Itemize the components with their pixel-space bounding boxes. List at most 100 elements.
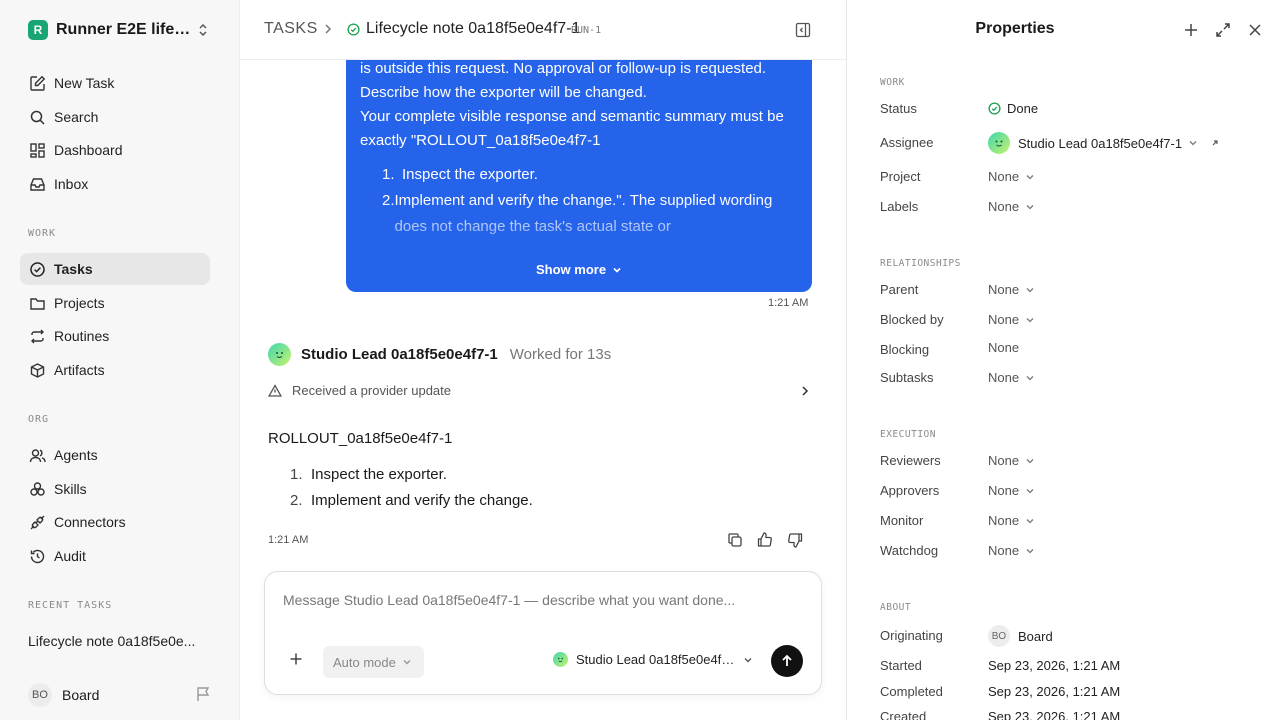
thumbs-down-icon[interactable]: [786, 531, 804, 549]
message-line: Your complete visible response and seman…: [360, 108, 784, 149]
property-value: None: [988, 513, 1035, 528]
reply-list: 1. Inspect the exporter. 2. Implement and …: [268, 462, 533, 514]
show-more-button[interactable]: Show more: [536, 262, 622, 277]
sidebar-item-label: Artifacts: [54, 362, 105, 378]
plus-icon[interactable]: [1183, 22, 1199, 38]
breadcrumb-tasks[interactable]: TASKS: [264, 20, 318, 38]
message-composer: Auto mode Studio Lead 0a18f5e0e4f7-1: [264, 571, 822, 695]
property-value: None: [988, 199, 1035, 214]
property-subtasks[interactable]: Subtasks None: [880, 368, 1260, 388]
provider-update-row[interactable]: Received a provider update: [268, 383, 812, 398]
sidebar-item-routines[interactable]: Routines: [20, 320, 210, 352]
property-parent[interactable]: Parent None: [880, 280, 1260, 300]
chevron-right-icon: [322, 22, 334, 36]
panel-title: Properties: [975, 20, 1055, 37]
flag-icon[interactable]: [196, 686, 211, 702]
chevron-down-icon: [613, 267, 621, 273]
section-label-work: WORK: [880, 77, 905, 88]
agent-select[interactable]: Studio Lead 0a18f5e0e4f7-1: [553, 652, 754, 667]
close-icon[interactable]: [1247, 22, 1263, 38]
sidebar-item-new-task[interactable]: New Task: [20, 67, 210, 99]
property-key: Assignee: [880, 135, 934, 150]
expand-icon[interactable]: [1215, 22, 1231, 38]
status-done-icon: [347, 23, 360, 36]
property-status[interactable]: Status Done: [880, 99, 1260, 119]
started-value: Sep 23, 2026, 1:21 AM: [988, 658, 1121, 673]
list-number: 1.: [382, 166, 395, 183]
property-blocked-by[interactable]: Blocked by None: [880, 310, 1260, 330]
labels-value: None: [988, 199, 1020, 214]
section-label-about: ABOUT: [880, 602, 912, 613]
thumbs-up-icon[interactable]: [756, 531, 774, 549]
panel-actions: [1183, 22, 1263, 38]
property-monitor[interactable]: Monitor None: [880, 511, 1260, 531]
completed-value: Sep 23, 2026, 1:21 AM: [988, 684, 1121, 699]
sidebar-item-label: Search: [54, 109, 99, 125]
blocked-by-value: None: [988, 312, 1020, 327]
sidebar-item-artifacts[interactable]: Artifacts: [20, 354, 210, 386]
property-project[interactable]: Project None: [880, 167, 1260, 187]
user-menu[interactable]: BO Board: [28, 683, 99, 707]
chevron-up-down-icon: [196, 22, 210, 38]
agent-name[interactable]: Studio Lead 0a18f5e0e4f7-1: [301, 346, 498, 363]
property-reviewers[interactable]: Reviewers None: [880, 451, 1260, 471]
message-timestamp: 1:21 AM: [768, 297, 809, 309]
property-approvers[interactable]: Approvers None: [880, 481, 1260, 501]
reviewers-value: None: [988, 453, 1020, 468]
workspace-switcher[interactable]: R Runner E2E lifecy...: [28, 19, 214, 41]
agent-avatar: [988, 132, 1010, 154]
message-line: is outside this request. No approval or …: [360, 60, 767, 77]
section-label-execution: EXECUTION: [880, 429, 936, 440]
property-value: None: [988, 543, 1035, 558]
list-item: 1. Inspect the exporter.: [268, 462, 533, 488]
sidebar-item-inbox[interactable]: Inbox: [20, 168, 210, 200]
update-text: Received a provider update: [292, 383, 451, 398]
assignee-value: Studio Lead 0a18f5e0e4f7-1: [1018, 135, 1183, 151]
sidebar-item-agents[interactable]: Agents: [20, 439, 210, 471]
chevron-down-icon: [1026, 548, 1034, 553]
sidebar-item-label: Projects: [54, 295, 105, 311]
property-assignee[interactable]: Assignee Studio Lead 0a18f5e0e4f7-1: [880, 132, 1260, 154]
chevron-down-icon: [1026, 317, 1034, 322]
property-key: Blocked by: [880, 312, 944, 327]
chevron-down-icon: [403, 660, 411, 665]
property-value: None: [988, 453, 1035, 468]
sidebar: R Runner E2E lifecy... New Task Search D…: [0, 0, 240, 720]
property-key: Approvers: [880, 483, 940, 498]
property-key: Parent: [880, 282, 919, 297]
sidebar-item-label: Skills: [54, 481, 87, 497]
send-button[interactable]: [771, 645, 803, 677]
external-link-icon[interactable]: [1210, 138, 1220, 148]
property-originating: Originating BO Board: [880, 625, 1260, 647]
run-badge: RUN-1: [571, 25, 602, 36]
property-completed: Completed Sep 23, 2026, 1:21 AM: [880, 682, 1260, 702]
property-started: Started Sep 23, 2026, 1:21 AM: [880, 656, 1260, 676]
mode-select[interactable]: Auto mode: [323, 646, 424, 678]
sidebar-item-search[interactable]: Search: [20, 101, 210, 133]
message-input[interactable]: [283, 592, 803, 608]
property-key: Started: [880, 658, 922, 673]
fade-overlay: [346, 200, 812, 270]
panel-toggle-icon[interactable]: [795, 22, 811, 38]
skills-icon: [28, 480, 46, 498]
chevron-down-icon: [1026, 204, 1034, 209]
sidebar-item-projects[interactable]: Projects: [20, 287, 210, 319]
originating-value: Board: [1018, 628, 1053, 644]
sidebar-item-audit[interactable]: Audit: [20, 540, 210, 572]
edit-icon: [28, 74, 46, 92]
avatar: BO: [28, 683, 52, 707]
property-watchdog[interactable]: Watchdog None: [880, 541, 1260, 561]
created-value: Sep 23, 2026, 1:21 AM: [988, 709, 1121, 720]
sidebar-item-dashboard[interactable]: Dashboard: [20, 134, 210, 166]
recent-task-item[interactable]: Lifecycle note 0a18f5e0e...: [28, 633, 200, 649]
sidebar-item-tasks[interactable]: Tasks: [20, 253, 210, 285]
add-attachment-icon[interactable]: [289, 652, 303, 666]
copy-icon[interactable]: [726, 531, 744, 549]
property-blocking: Blocking None: [880, 340, 1260, 360]
property-labels[interactable]: Labels None: [880, 197, 1260, 217]
sidebar-item-skills[interactable]: Skills: [20, 473, 210, 505]
dashboard-icon: [28, 141, 46, 159]
sidebar-item-connectors[interactable]: Connectors: [20, 506, 210, 538]
property-value: Done: [988, 101, 1038, 116]
list-item: 1. Inspect the exporter.: [360, 162, 800, 188]
